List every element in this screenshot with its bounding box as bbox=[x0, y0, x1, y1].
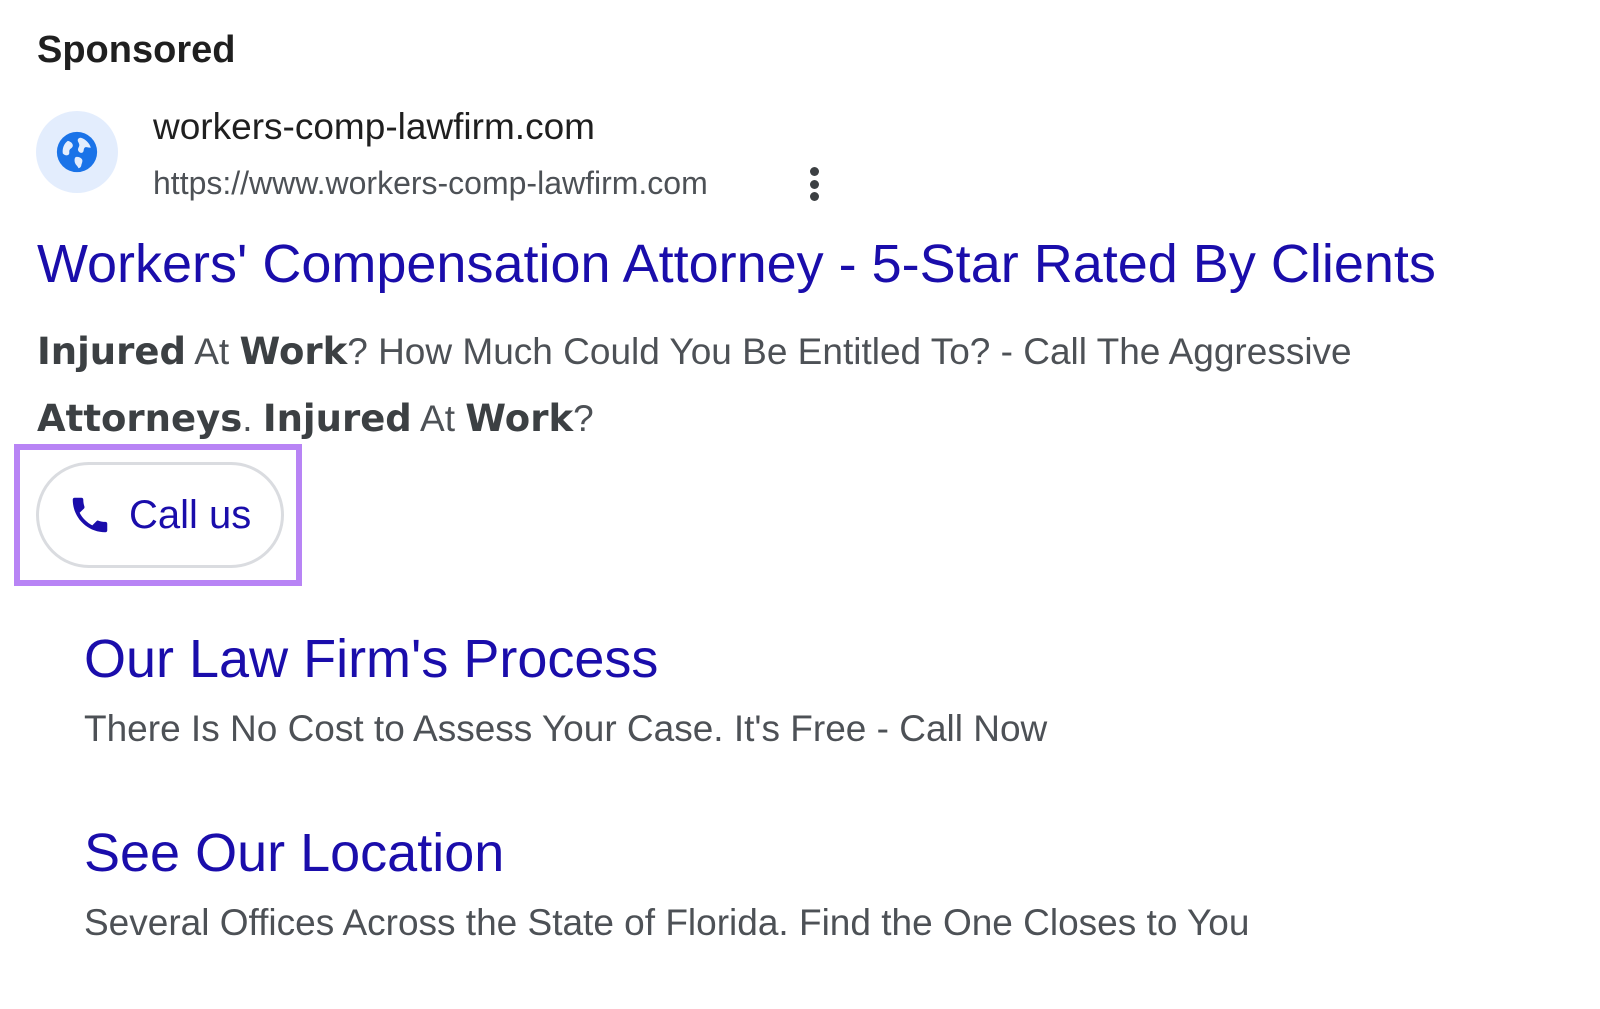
call-us-button[interactable]: Call us bbox=[36, 462, 284, 568]
ad-description: Injured At Work? How Much Could You Be E… bbox=[37, 318, 1557, 452]
ad-headline-link[interactable]: Workers' Compensation Attorney - 5-Star … bbox=[37, 232, 1436, 296]
sitelink-description-location: Several Offices Across the State of Flor… bbox=[84, 902, 1250, 943]
description-text: At bbox=[185, 331, 240, 372]
description-keyword: Work bbox=[239, 330, 348, 373]
phone-icon bbox=[72, 497, 108, 533]
sitelink-description-process: There Is No Cost to Assess Your Case. It… bbox=[84, 708, 1048, 749]
sitelink-title-process[interactable]: Our Law Firm's Process bbox=[84, 627, 658, 691]
sponsored-label: Sponsored bbox=[37, 29, 236, 71]
description-text: At bbox=[411, 398, 466, 439]
kebab-dot bbox=[809, 192, 819, 201]
more-vert-icon[interactable] bbox=[796, 161, 832, 207]
description-keyword: Work bbox=[465, 397, 574, 440]
search-ad-result: Sponsored workers-comp-lawfirm.com https… bbox=[0, 0, 1600, 1009]
globe-icon-glyph bbox=[56, 131, 98, 173]
description-text: ? bbox=[573, 398, 594, 439]
ad-site-name[interactable]: workers-comp-lawfirm.com bbox=[153, 105, 595, 149]
kebab-dot bbox=[809, 167, 819, 176]
call-us-label: Call us bbox=[129, 493, 252, 537]
globe-icon[interactable] bbox=[36, 111, 118, 193]
description-keyword: Attorneys bbox=[37, 397, 243, 440]
ad-site-header: workers-comp-lawfirm.com https://www.wor… bbox=[36, 105, 856, 205]
description-keyword: Injured bbox=[37, 330, 186, 373]
description-text: ? How Much Could You Be Entitled To? - C… bbox=[347, 331, 1352, 372]
description-text: . bbox=[242, 398, 263, 439]
kebab-dot bbox=[809, 179, 819, 189]
sitelink-title-location[interactable]: See Our Location bbox=[84, 821, 504, 885]
description-keyword: Injured bbox=[262, 397, 412, 440]
ad-display-url[interactable]: https://www.workers-comp-lawfirm.com bbox=[153, 163, 708, 203]
